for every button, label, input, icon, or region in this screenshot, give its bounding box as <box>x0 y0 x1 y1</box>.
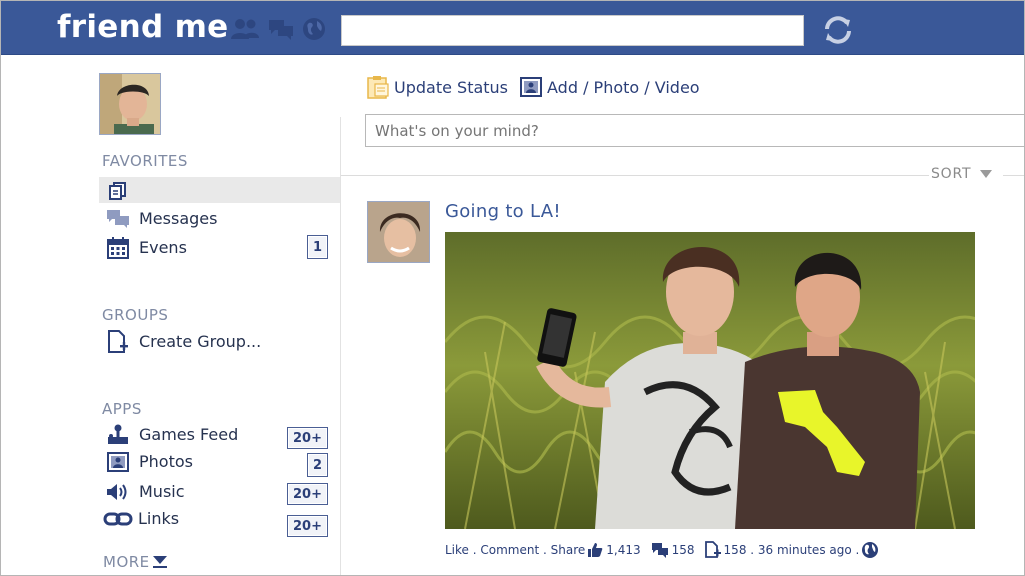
comments-count: 158 <box>671 543 695 557</box>
refresh-icon[interactable] <box>821 14 855 50</box>
sidebar-item-label: Music <box>139 482 185 501</box>
sidebar-item-news-feed[interactable] <box>105 178 139 203</box>
comments-icon <box>651 542 669 558</box>
links-count-badge[interactable]: 20+ <box>287 515 328 537</box>
likes-count: 1,413 <box>606 543 641 557</box>
sort-chevron-icon <box>979 169 993 179</box>
calendar-icon <box>105 236 131 259</box>
sidebar-divider <box>340 117 341 575</box>
sidebar-item-label: Links <box>138 509 180 528</box>
composer-tabs: Update Status Add / Photo / Video <box>367 75 712 99</box>
app-logo[interactable]: friend me <box>57 9 229 45</box>
add-photo-video-label: Add / Photo / Video <box>547 77 700 97</box>
friend-requests-icon[interactable] <box>230 18 260 40</box>
events-count-badge[interactable]: 1 <box>307 235 328 259</box>
sort-label: SORT <box>931 166 972 182</box>
photos-icon <box>105 451 131 473</box>
sidebar-item-label: Create Group... <box>139 332 262 351</box>
share-link[interactable]: Share <box>551 543 586 557</box>
sidebar-item-label: Games Feed <box>139 425 239 444</box>
chevron-down-icon <box>152 555 168 569</box>
photos-count-badge[interactable]: 2 <box>307 453 328 477</box>
post-timestamp: 36 minutes ago <box>757 543 852 557</box>
update-status-label: Update Status <box>394 77 509 97</box>
update-status-tab[interactable]: Update Status <box>367 75 508 99</box>
sidebar-item-music[interactable]: Music <box>105 479 185 504</box>
search-input[interactable] <box>341 15 804 46</box>
messages-icon <box>105 208 131 230</box>
more-label: MORE <box>103 553 150 571</box>
add-photo-video-tab[interactable]: Add / Photo / Video <box>520 77 700 97</box>
favorites-section-title: FAVORITES <box>102 152 188 170</box>
profile-avatar[interactable] <box>99 73 161 135</box>
separator-dot: . <box>539 543 551 557</box>
sidebar-item-label: Messages <box>139 209 218 228</box>
like-link[interactable]: Like <box>445 543 469 557</box>
feed-divider-right <box>1003 175 1024 176</box>
separator-dot: . <box>746 543 758 557</box>
thumbs-up-icon <box>587 542 603 558</box>
notifications-globe-icon[interactable] <box>302 17 326 41</box>
apps-section-title: APPS <box>102 400 142 418</box>
sidebar-item-photos[interactable]: Photos <box>105 449 193 474</box>
photo-video-icon <box>520 77 543 97</box>
post-actions-bar: Like . Comment . Share 1,413 158 158 . 3… <box>445 541 882 559</box>
link-icon <box>103 508 133 530</box>
separator-dot: . <box>468 543 481 557</box>
sidebar-item-label: Photos <box>139 452 193 471</box>
status-input[interactable] <box>365 114 1024 147</box>
feed-divider <box>341 175 931 176</box>
comment-link[interactable]: Comment <box>480 543 539 557</box>
sidebar-item-messages[interactable]: Messages <box>105 206 217 231</box>
shares-icon <box>704 541 721 559</box>
sort-button[interactable]: SORT <box>929 166 996 182</box>
sidebar-item-evens[interactable]: Evens <box>105 235 187 260</box>
status-clipboard-icon <box>367 75 389 99</box>
more-button[interactable]: MORE <box>103 553 168 571</box>
sidebar-item-links[interactable]: Links <box>103 506 179 531</box>
shares-count: 158 <box>723 543 747 557</box>
sidebar-item-label: Evens <box>139 238 187 257</box>
separator-dot: . <box>851 543 860 557</box>
top-notification-icons <box>230 17 326 41</box>
music-count-badge[interactable]: 20+ <box>287 483 328 505</box>
create-group-icon <box>105 329 131 353</box>
post-author-avatar[interactable] <box>367 201 430 263</box>
games-feed-count-badge[interactable]: 20+ <box>287 427 328 449</box>
top-bar: friend me <box>1 1 1024 55</box>
joystick-icon <box>105 424 131 446</box>
app-window: friend me FAVORITES Messages Evens 1 GRO… <box>0 0 1025 576</box>
groups-section-title: GROUPS <box>102 306 169 324</box>
speaker-icon <box>105 481 131 503</box>
post-photo[interactable] <box>445 232 975 529</box>
news-feed-icon <box>105 180 131 202</box>
post-title[interactable]: Going to LA! <box>445 201 561 222</box>
sidebar-item-create-group[interactable]: Create Group... <box>105 329 261 354</box>
sidebar-item-games-feed[interactable]: Games Feed <box>105 422 238 447</box>
messages-icon[interactable] <box>268 18 294 40</box>
privacy-globe-icon[interactable] <box>861 541 879 559</box>
